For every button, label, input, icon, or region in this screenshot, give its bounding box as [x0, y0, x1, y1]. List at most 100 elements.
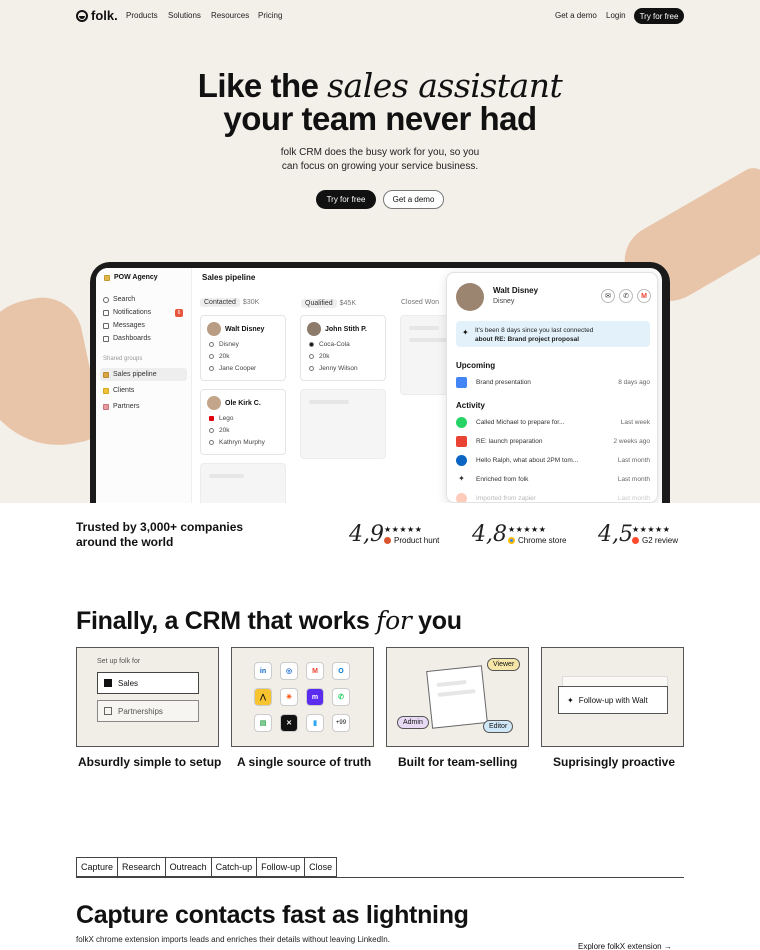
safari-icon: ◎: [280, 662, 298, 680]
tab-research[interactable]: Research: [117, 857, 165, 877]
app-screen: POW Agency Search Notifications 6 Messag…: [96, 268, 662, 503]
admin-tag: Admin: [397, 716, 429, 729]
viewer-tag: Viewer: [487, 658, 521, 671]
sidebar-notifications[interactable]: Notifications: [103, 309, 151, 316]
sidebar-partners[interactable]: Partners: [103, 403, 139, 410]
nav-login[interactable]: Login: [606, 11, 626, 20]
hero-try-free-button[interactable]: Try for free: [316, 190, 376, 209]
folk-logo-icon: [76, 9, 88, 22]
followup-suggestion[interactable]: ✦ Follow-up with Walt: [558, 686, 668, 714]
shared-groups-label: Shared groups: [103, 356, 143, 362]
feature-card-setup: Set up folk for Sales Partnerships: [76, 647, 219, 747]
card-value: 20k: [309, 353, 329, 360]
card-name: Ole Kirk C.: [207, 396, 261, 410]
email-icon[interactable]: ✉: [601, 289, 615, 303]
card-value: 20k: [209, 427, 229, 434]
rating-score: 4,8: [472, 522, 507, 547]
setup-option-sales[interactable]: Sales: [97, 672, 199, 694]
avatar: [307, 322, 321, 336]
money-bag-icon: [103, 371, 109, 378]
feature-label-team: Built for team-selling: [398, 755, 518, 769]
notifications-badge: 6: [175, 309, 183, 317]
app-sidebar: POW Agency Search Notifications 6 Messag…: [96, 268, 192, 503]
user-icon: [209, 440, 214, 445]
avatar: [207, 396, 221, 410]
card-owner: Kathryn Murphy: [209, 439, 265, 446]
tab-outreach[interactable]: Outreach: [164, 857, 211, 877]
top-nav: folk. Products Solutions Resources Prici…: [0, 0, 760, 32]
reminder-note: ✦ It's been 8 days since you last connec…: [456, 321, 650, 347]
activity-item[interactable]: Hello Ralph, what about 2PM tom... Last m…: [456, 455, 650, 467]
whatsapp-icon: [456, 417, 467, 428]
contact-company: Disney: [493, 298, 515, 305]
hero-subtitle-2: can focus on growing your service busine…: [281, 161, 479, 172]
card-value: 20k: [209, 353, 229, 360]
setup-label: Set up folk for: [97, 658, 141, 665]
nav-resources[interactable]: Resources: [211, 11, 249, 20]
feature-label-proactive: Suprisingly proactive: [553, 755, 676, 769]
column-contacted-header: Contacted $30K: [200, 298, 259, 307]
nav-pricing[interactable]: Pricing: [258, 11, 282, 20]
contact-detail-panel: Walt Disney Disney ✉ ✆ M ✦ It's been 8 d…: [446, 272, 658, 503]
nav-products[interactable]: Products: [126, 11, 158, 20]
activity-item[interactable]: RE: launch preparation 2 weeks ago: [456, 436, 650, 448]
rating-source: Chrome store: [508, 536, 566, 545]
activity-item[interactable]: Imported from zapier Last month: [456, 493, 650, 502]
app-icon: ▮: [306, 714, 324, 732]
placeholder-card: [200, 463, 286, 503]
calendar-icon: [456, 377, 467, 388]
folk-logo[interactable]: folk.: [76, 8, 118, 23]
sidebar-search[interactable]: Search: [103, 296, 135, 303]
explore-folkx-link[interactable]: Explore folkX extension →: [578, 942, 672, 950]
tab-capture[interactable]: Capture: [76, 857, 118, 877]
workspace-name[interactable]: POW Agency: [104, 274, 158, 281]
tab-catch-up[interactable]: Catch-up: [210, 857, 257, 877]
card-name: Walt Disney: [207, 322, 264, 336]
bell-icon: [103, 309, 109, 316]
rating-source: G2 review: [632, 536, 678, 545]
nav-get-demo[interactable]: Get a demo: [555, 11, 597, 20]
sidebar-clients[interactable]: Clients: [103, 387, 134, 394]
workspace-icon: [104, 274, 110, 281]
tab-close[interactable]: Close: [304, 857, 338, 877]
hero-headline-line2: your team never had: [223, 100, 537, 137]
activity-item[interactable]: Called Michael to prepare for... Last wee…: [456, 417, 650, 429]
features-heading: Finally, a CRM that works for you: [76, 606, 462, 635]
zapier-icon: [456, 493, 467, 502]
workflow-tabs: Capture Research Outreach Catch-up Follo…: [76, 857, 338, 877]
company-icon: [209, 342, 214, 347]
sidebar-dashboards[interactable]: Dashboards: [103, 335, 151, 342]
phone-icon[interactable]: ✆: [619, 289, 633, 303]
google-calendar-icon: ▤: [254, 714, 272, 732]
deal-card-walt[interactable]: Walt Disney Disney 20k Jane Cooper: [200, 315, 286, 381]
rating-score: 4,9: [349, 522, 384, 547]
feature-card-team-selling: Viewer Admin Editor: [386, 647, 529, 747]
mail-icon: [103, 322, 109, 329]
chrome-icon: [508, 537, 515, 544]
rating-source: Product hunt: [384, 536, 439, 545]
user-icon: [309, 366, 314, 371]
deal-card-ole[interactable]: Ole Kirk C. Lego 20k Kathryn Murphy: [200, 389, 286, 455]
nav-try-free-button[interactable]: Try for free: [634, 8, 684, 24]
feature-label-truth: A single source of truth: [237, 755, 372, 769]
upcoming-heading: Upcoming: [456, 361, 496, 370]
whatsapp-icon: ✆: [332, 688, 350, 706]
deal-card-john[interactable]: John Stith P. Coca-Cola 20k Jenny Wilson: [300, 315, 386, 381]
upcoming-item[interactable]: Brand presentation 8 days ago: [456, 377, 650, 389]
activity-item[interactable]: ✦ Enriched from folk Last month: [456, 474, 650, 486]
sidebar-messages[interactable]: Messages: [103, 322, 145, 329]
card-company: Coca-Cola: [309, 341, 350, 348]
card-owner: Jenny Wilson: [309, 365, 358, 372]
card-company: Disney: [209, 341, 239, 348]
hero-subtitle-1: folk CRM does the busy work for you, so …: [280, 147, 480, 158]
more-apps-badge: +99: [332, 714, 350, 732]
make-icon: m: [306, 688, 324, 706]
setup-option-partnerships[interactable]: Partnerships: [97, 700, 199, 722]
tab-follow-up[interactable]: Follow-up: [256, 857, 305, 877]
nav-solutions[interactable]: Solutions: [168, 11, 201, 20]
gmail-icon[interactable]: M: [637, 289, 651, 303]
activity-heading: Activity: [456, 401, 485, 410]
sidebar-sales-pipeline[interactable]: Sales pipeline: [103, 371, 157, 378]
gmail-icon: [456, 436, 467, 447]
hero-get-demo-button[interactable]: Get a demo: [383, 190, 444, 209]
